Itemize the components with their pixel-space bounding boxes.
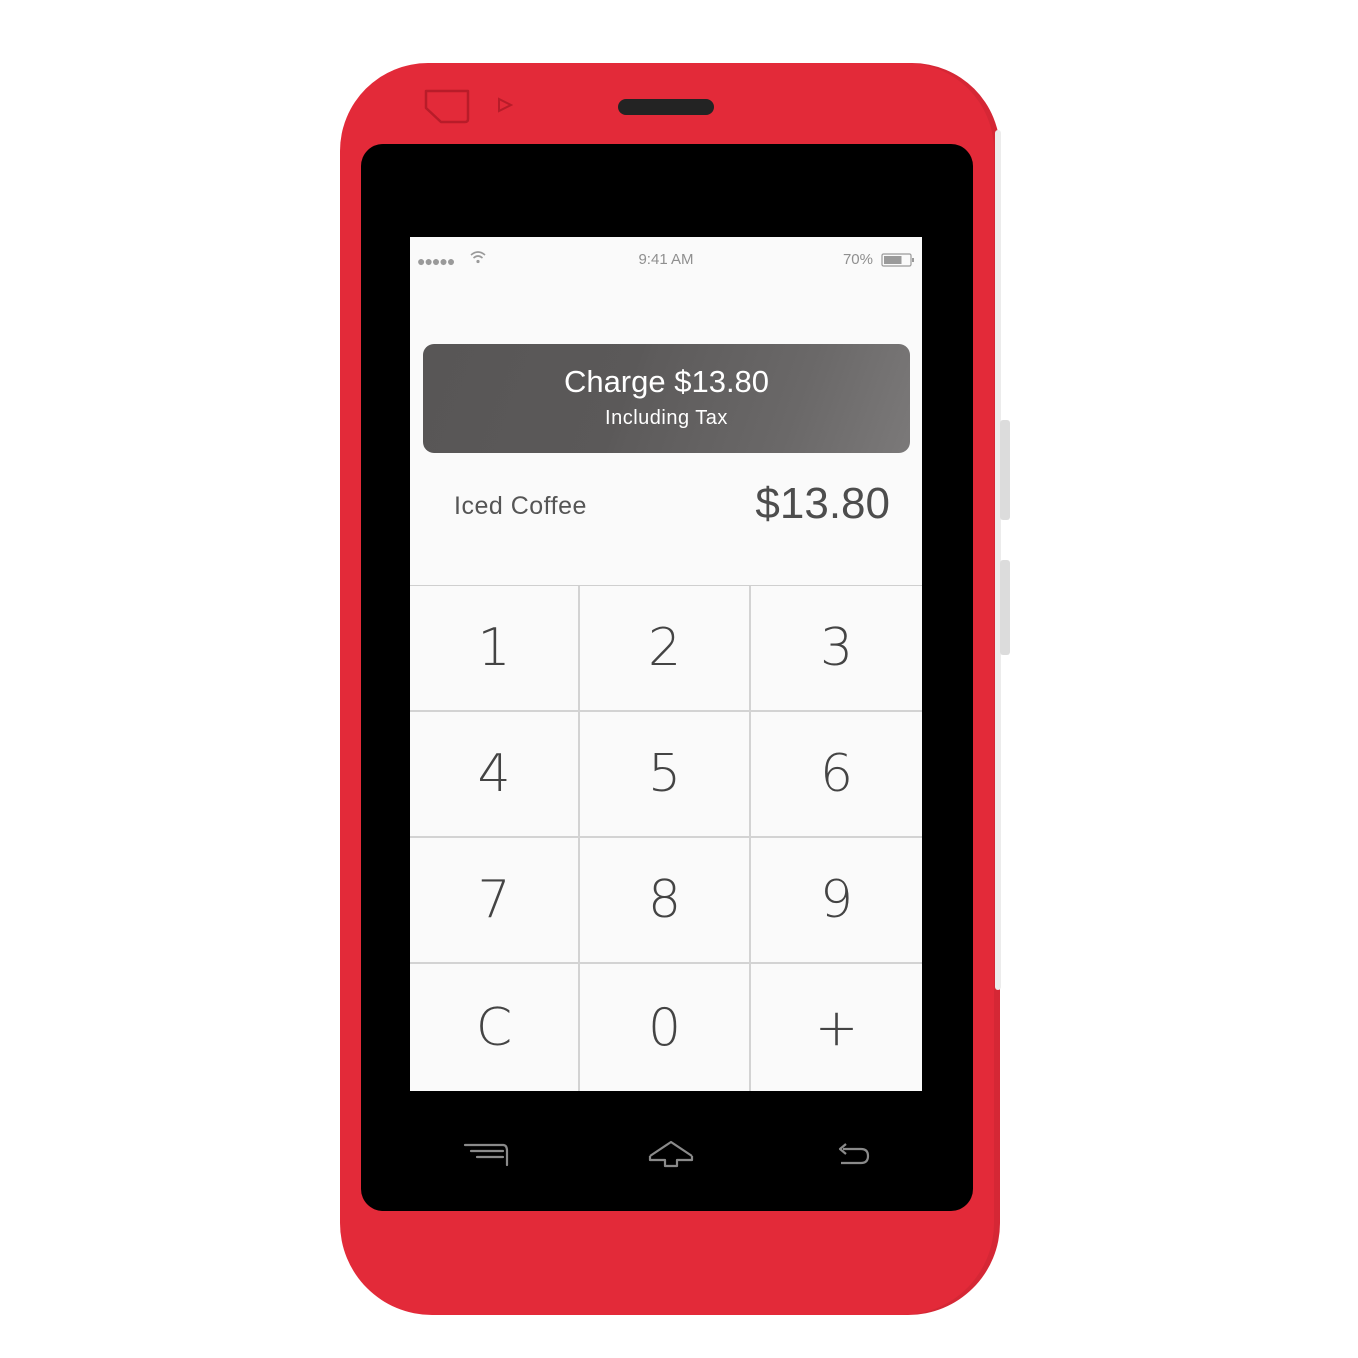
speaker-grille — [618, 99, 714, 115]
charge-amount-label: Charge $13.80 — [563, 364, 770, 399]
menu-icon[interactable] — [463, 1141, 509, 1167]
status-bar: ●●●●● 9:41 AM 70% — [410, 237, 922, 283]
charge-button[interactable]: Charge $13.80 Including Tax — [423, 344, 910, 453]
key-9[interactable]: 9 — [751, 838, 922, 964]
key-3[interactable]: 3 — [751, 586, 922, 712]
key-8[interactable]: 8 — [580, 838, 751, 964]
back-icon[interactable] — [835, 1140, 871, 1166]
tax-note: Including Tax — [605, 407, 728, 429]
pos-screen: ●●●●● 9:41 AM 70% Charge $13.80 Includin… — [410, 237, 922, 1091]
key-0[interactable]: 0 — [580, 964, 751, 1091]
battery-icon — [881, 253, 914, 267]
power-button[interactable] — [1000, 560, 1010, 655]
numeric-keypad: 1 2 3 4 5 6 7 8 9 C 0 + — [410, 585, 922, 1091]
battery-percentage: 70% — [842, 251, 873, 268]
card-reader-icon — [424, 89, 470, 124]
key-2[interactable]: 2 — [580, 586, 751, 712]
clear-key[interactable]: C — [410, 964, 580, 1091]
home-icon[interactable] — [647, 1138, 695, 1168]
volume-button[interactable] — [1000, 420, 1010, 520]
line-item-price: $13.80 — [755, 479, 890, 528]
add-item-key[interactable]: + — [751, 964, 922, 1091]
line-item-name: Iced Coffee — [454, 492, 587, 520]
key-7[interactable]: 7 — [410, 838, 580, 964]
key-1[interactable]: 1 — [410, 586, 580, 712]
key-4[interactable]: 4 — [410, 712, 580, 838]
key-5[interactable]: 5 — [580, 712, 751, 838]
nfc-indicator-icon — [498, 97, 513, 113]
key-6[interactable]: 6 — [751, 712, 922, 838]
